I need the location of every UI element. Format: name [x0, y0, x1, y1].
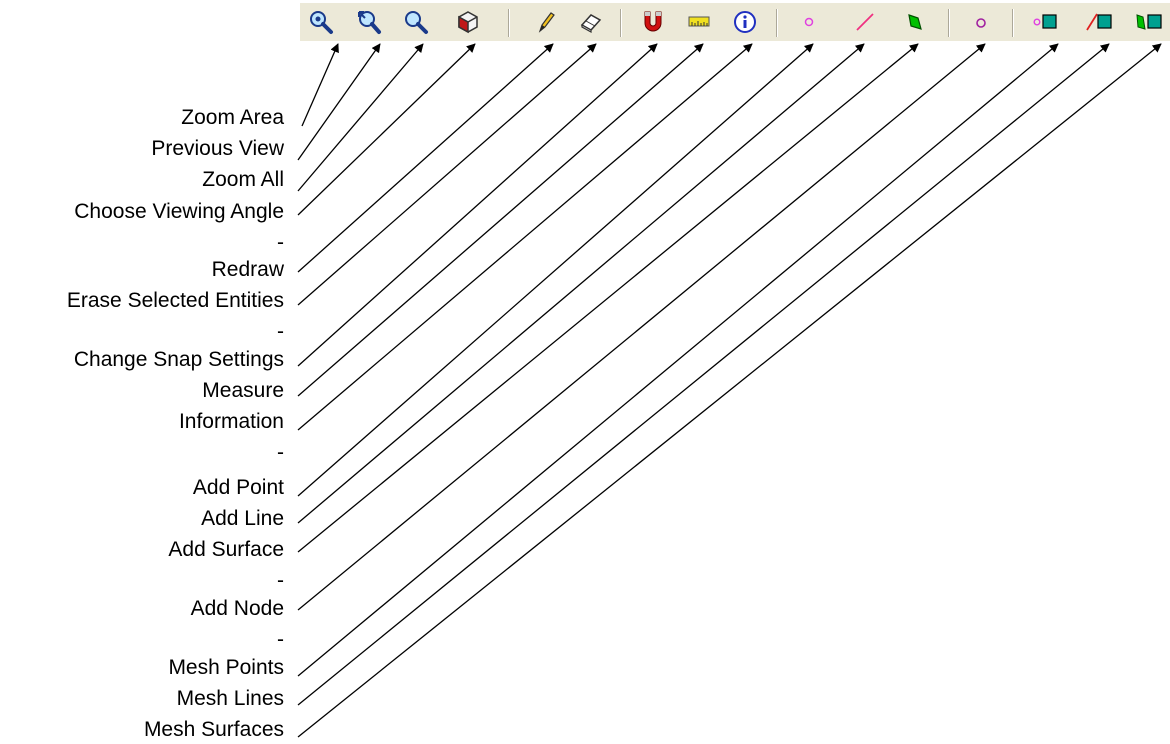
arrow-zoom-all	[297, 43, 424, 192]
connector-arrows	[297, 43, 1162, 738]
arrow-mesh-surfaces	[297, 43, 1162, 738]
arrow-zoom-area	[301, 43, 339, 127]
arrow-mesh-points	[297, 43, 1059, 677]
arrow-add-line	[297, 43, 865, 524]
arrow-redraw	[297, 43, 554, 273]
arrow-mesh-lines	[297, 43, 1110, 706]
arrow-add-point	[297, 43, 814, 497]
arrow-add-surface	[297, 43, 919, 553]
arrow-measure	[297, 43, 704, 397]
arrow-choose-viewing-angle	[297, 43, 476, 216]
arrow-information	[297, 43, 753, 431]
arrow-add-node	[297, 43, 986, 611]
arrow-change-snap-settings	[297, 43, 658, 367]
